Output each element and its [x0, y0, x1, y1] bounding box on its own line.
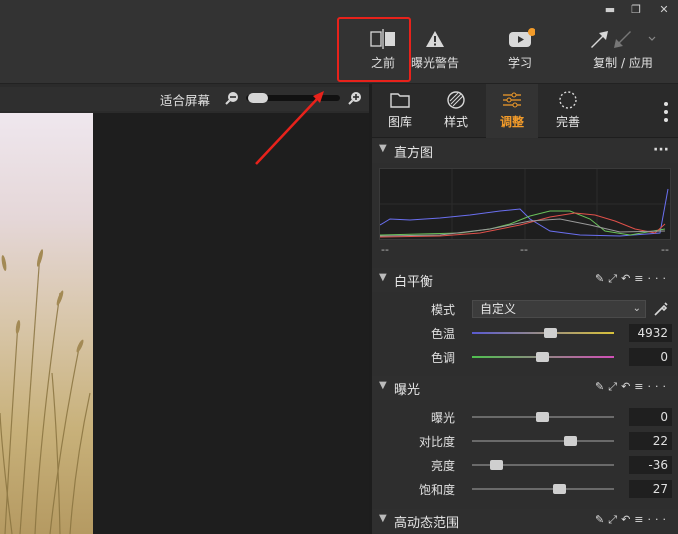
more-horizontal-icon[interactable]: ··· [653, 142, 669, 158]
folder-icon [390, 93, 410, 108]
adjust-sliders-icon [503, 92, 521, 108]
eyedropper-icon[interactable] [652, 300, 670, 318]
maximize-icon[interactable]: ❐ [628, 3, 644, 17]
brightness-value[interactable]: -36 [629, 456, 672, 474]
close-icon[interactable]: ✕ [656, 3, 672, 17]
exposure-label: 曝光 [430, 411, 455, 425]
exposure-handle[interactable] [536, 412, 549, 422]
contrast-value[interactable]: 22 [629, 432, 672, 450]
more-vertical-icon[interactable] [662, 100, 670, 124]
tab-refine[interactable]: 完善 [542, 84, 594, 138]
exposure-value[interactable]: 0 [629, 408, 672, 426]
histogram-header[interactable]: ▼ 直方图 ··· [372, 139, 678, 163]
section-tools-icons[interactable]: ✎⤢↶≡··· [595, 513, 670, 527]
white-balance-header[interactable]: ▼ 白平衡 ✎⤢↶≡··· [372, 268, 678, 292]
chevron-down-icon[interactable]: ▼ [379, 272, 387, 283]
wb-tint-label: 色调 [430, 351, 455, 365]
contrast-slider[interactable] [472, 440, 614, 442]
saturation-handle[interactable] [553, 484, 566, 494]
wb-temp-label: 色温 [430, 327, 455, 341]
wb-temp-handle[interactable] [544, 328, 557, 338]
exposure-header[interactable]: ▼ 曝光 ✎⤢↶≡··· [372, 376, 678, 400]
histogram-title: 直方图 [394, 146, 434, 161]
chevron-down-icon[interactable]: ▼ [379, 513, 387, 524]
saturation-value[interactable]: 27 [629, 480, 672, 498]
saturation-slider[interactable] [472, 488, 614, 490]
chevron-down-icon[interactable]: ▼ [379, 380, 387, 391]
copy-apply-label: 复制 / 应用 [593, 56, 653, 70]
exposure-title: 曝光 [394, 383, 421, 398]
fit-screen-label[interactable]: 适合屏幕 [160, 90, 210, 109]
contrast-handle[interactable] [564, 436, 577, 446]
histogram-mid-readout: -- [520, 243, 528, 256]
wb-temp-slider[interactable] [472, 332, 614, 334]
wb-temp-value[interactable]: 4932 [629, 324, 672, 342]
histogram-chart [379, 168, 671, 240]
wb-tint-value[interactable]: 0 [629, 348, 672, 366]
brightness-label: 亮度 [430, 459, 455, 473]
white-balance-title: 白平衡 [394, 275, 434, 290]
tab-styles[interactable]: 样式 [430, 84, 482, 138]
photo-preview[interactable] [0, 113, 93, 534]
tab-refine-label: 完善 [555, 115, 580, 129]
histogram-left-readout: -- [381, 243, 389, 256]
copy-apply-button[interactable]: 复制 / 应用 [588, 28, 658, 71]
zoom-out-icon[interactable] [225, 91, 239, 105]
histogram-curves [379, 169, 670, 239]
before-button-highlight [337, 17, 411, 82]
annotation-arrow-icon [255, 91, 324, 165]
copy-apply-icon [591, 31, 656, 48]
refine-icon [559, 91, 577, 109]
learn-button[interactable]: 学习 [500, 28, 540, 71]
chevron-down-icon: ⌄ [632, 303, 641, 314]
hdr-header[interactable]: ▼ 高动态范围 ✎⤢↶≡··· [372, 509, 678, 533]
wb-mode-select[interactable]: 自定义 ⌄ [472, 300, 646, 318]
grass-photo-image [0, 249, 91, 534]
section-tools-icons[interactable]: ✎⤢↶≡··· [595, 272, 670, 286]
contrast-label: 对比度 [418, 435, 455, 449]
learn-label: 学习 [507, 56, 532, 70]
wb-mode-label: 模式 [430, 303, 455, 317]
hdr-title: 高动态范围 [394, 516, 460, 531]
chevron-down-icon[interactable]: ▼ [379, 143, 387, 154]
app-window: ▬ ❐ ✕ 之前 曝光警告 学习 复制 / 应用 适合屏幕 图库 样式 调整 完… [0, 0, 678, 534]
tab-library-label: 图库 [387, 115, 412, 129]
saturation-label: 饱和度 [418, 483, 455, 497]
exposure-warning-button[interactable]: 曝光警告 [411, 28, 459, 71]
histogram-right-readout: -- [661, 243, 669, 256]
warning-icon [426, 31, 444, 47]
brightness-handle[interactable] [490, 460, 503, 470]
tab-styles-label: 样式 [443, 115, 468, 129]
exposure-warning-label: 曝光警告 [411, 56, 460, 70]
wb-mode-value: 自定义 [480, 302, 517, 316]
minimize-icon[interactable]: ▬ [602, 3, 618, 17]
wb-tint-handle[interactable] [536, 352, 549, 362]
video-play-icon [509, 28, 535, 47]
styles-icon [447, 91, 465, 109]
tab-library[interactable]: 图库 [374, 84, 426, 138]
tab-adjust[interactable]: 调整 [486, 84, 538, 138]
section-tools-icons[interactable]: ✎⤢↶≡··· [595, 380, 670, 394]
tab-adjust-label: 调整 [499, 115, 524, 129]
zoom-in-icon[interactable] [348, 91, 362, 105]
